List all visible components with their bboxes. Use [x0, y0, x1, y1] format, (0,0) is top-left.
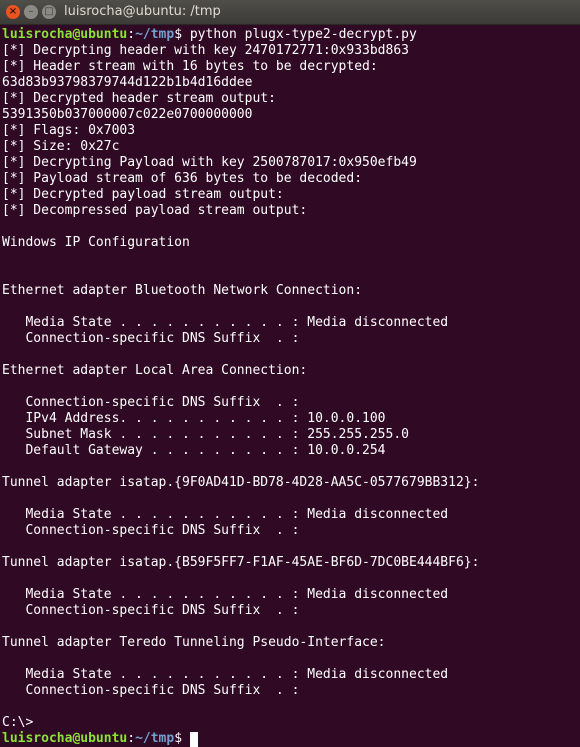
output-line: Tunnel adapter isatap.{B59F5FF7-F1AF-45A…: [2, 555, 480, 570]
window-title: luisrocha@ubuntu: /tmp: [64, 4, 221, 19]
prompt-separator: :: [127, 27, 136, 42]
prompt-path: ~/tmp: [135, 731, 175, 746]
output-line: Windows IP Configuration: [2, 235, 190, 250]
minimize-icon[interactable]: –: [24, 5, 38, 19]
output-line: [*] Decrypting Payload with key 25007870…: [2, 155, 417, 170]
output-line: [*] Payload stream of 636 bytes to be de…: [2, 171, 363, 186]
output-line: Ethernet adapter Local Area Connection:: [2, 363, 308, 378]
output-line: IPv4 Address. . . . . . . . . . . : 10.0…: [2, 411, 386, 426]
prompt-line-current: luisrocha@ubuntu:~/tmp$: [2, 731, 580, 747]
output-line: [*] Size: 0x27c: [2, 139, 120, 154]
output-line: Media State . . . . . . . . . . . : Medi…: [2, 315, 449, 330]
output-line: [*] Decrypted header stream output:: [2, 91, 276, 106]
text-cursor: [189, 732, 198, 747]
prompt-symbol: $: [174, 731, 183, 746]
output-line: Subnet Mask . . . . . . . . . . . : 255.…: [2, 427, 409, 442]
terminal-window: × – □ luisrocha@ubuntu: /tmp luisrocha@u…: [0, 0, 580, 747]
maximize-icon[interactable]: □: [42, 5, 56, 19]
output-line: Connection-specific DNS Suffix . :: [2, 395, 300, 410]
command-text: python plugx-type2-decrypt.py: [182, 27, 417, 42]
output-line: Tunnel adapter isatap.{9F0AD41D-BD78-4D2…: [2, 475, 480, 490]
prompt-separator: :: [127, 731, 136, 746]
output-line: C:\>: [2, 715, 34, 730]
prompt-user-host: luisrocha@ubuntu: [2, 731, 128, 746]
output-line: Ethernet adapter Bluetooth Network Conne…: [2, 283, 363, 298]
output-line: 5391350b037000007c022e0700000000: [2, 107, 253, 122]
output-line: Connection-specific DNS Suffix . :: [2, 331, 300, 346]
output-line: Default Gateway . . . . . . . . . : 10.0…: [2, 443, 386, 458]
output-line: Connection-specific DNS Suffix . :: [2, 683, 300, 698]
prompt-line: luisrocha@ubuntu:~/tmp$ python plugx-typ…: [2, 27, 580, 43]
output-line: Connection-specific DNS Suffix . :: [2, 523, 300, 538]
output-line: Media State . . . . . . . . . . . : Medi…: [2, 507, 449, 522]
title-bar[interactable]: × – □ luisrocha@ubuntu: /tmp: [0, 0, 580, 25]
output-line: [*] Decompressed payload stream output:: [2, 203, 308, 218]
close-icon[interactable]: ×: [6, 5, 20, 19]
terminal-output[interactable]: luisrocha@ubuntu:~/tmp$ python plugx-typ…: [0, 25, 580, 747]
output-line: [*] Flags: 0x7003: [2, 123, 136, 138]
output-line: [*] Decrypting header with key 247017277…: [2, 43, 409, 58]
output-line: [*] Header stream with 16 bytes to be de…: [2, 59, 378, 74]
output-line: [*] Decrypted payload stream output:: [2, 187, 284, 202]
output-line: Media State . . . . . . . . . . . : Medi…: [2, 667, 449, 682]
prompt-user-host: luisrocha@ubuntu: [2, 27, 128, 42]
prompt-path: ~/tmp: [135, 27, 175, 42]
window-controls: × – □: [6, 5, 56, 19]
output-line: Media State . . . . . . . . . . . : Medi…: [2, 587, 449, 602]
output-block: [*] Decrypting header with key 247017277…: [2, 43, 580, 731]
prompt-symbol: $: [174, 27, 183, 42]
output-line: Tunnel adapter Teredo Tunneling Pseudo-I…: [2, 635, 386, 650]
output-line: 63d83b93798379744d122b1b4d16ddee: [2, 75, 253, 90]
output-line: Connection-specific DNS Suffix . :: [2, 603, 300, 618]
